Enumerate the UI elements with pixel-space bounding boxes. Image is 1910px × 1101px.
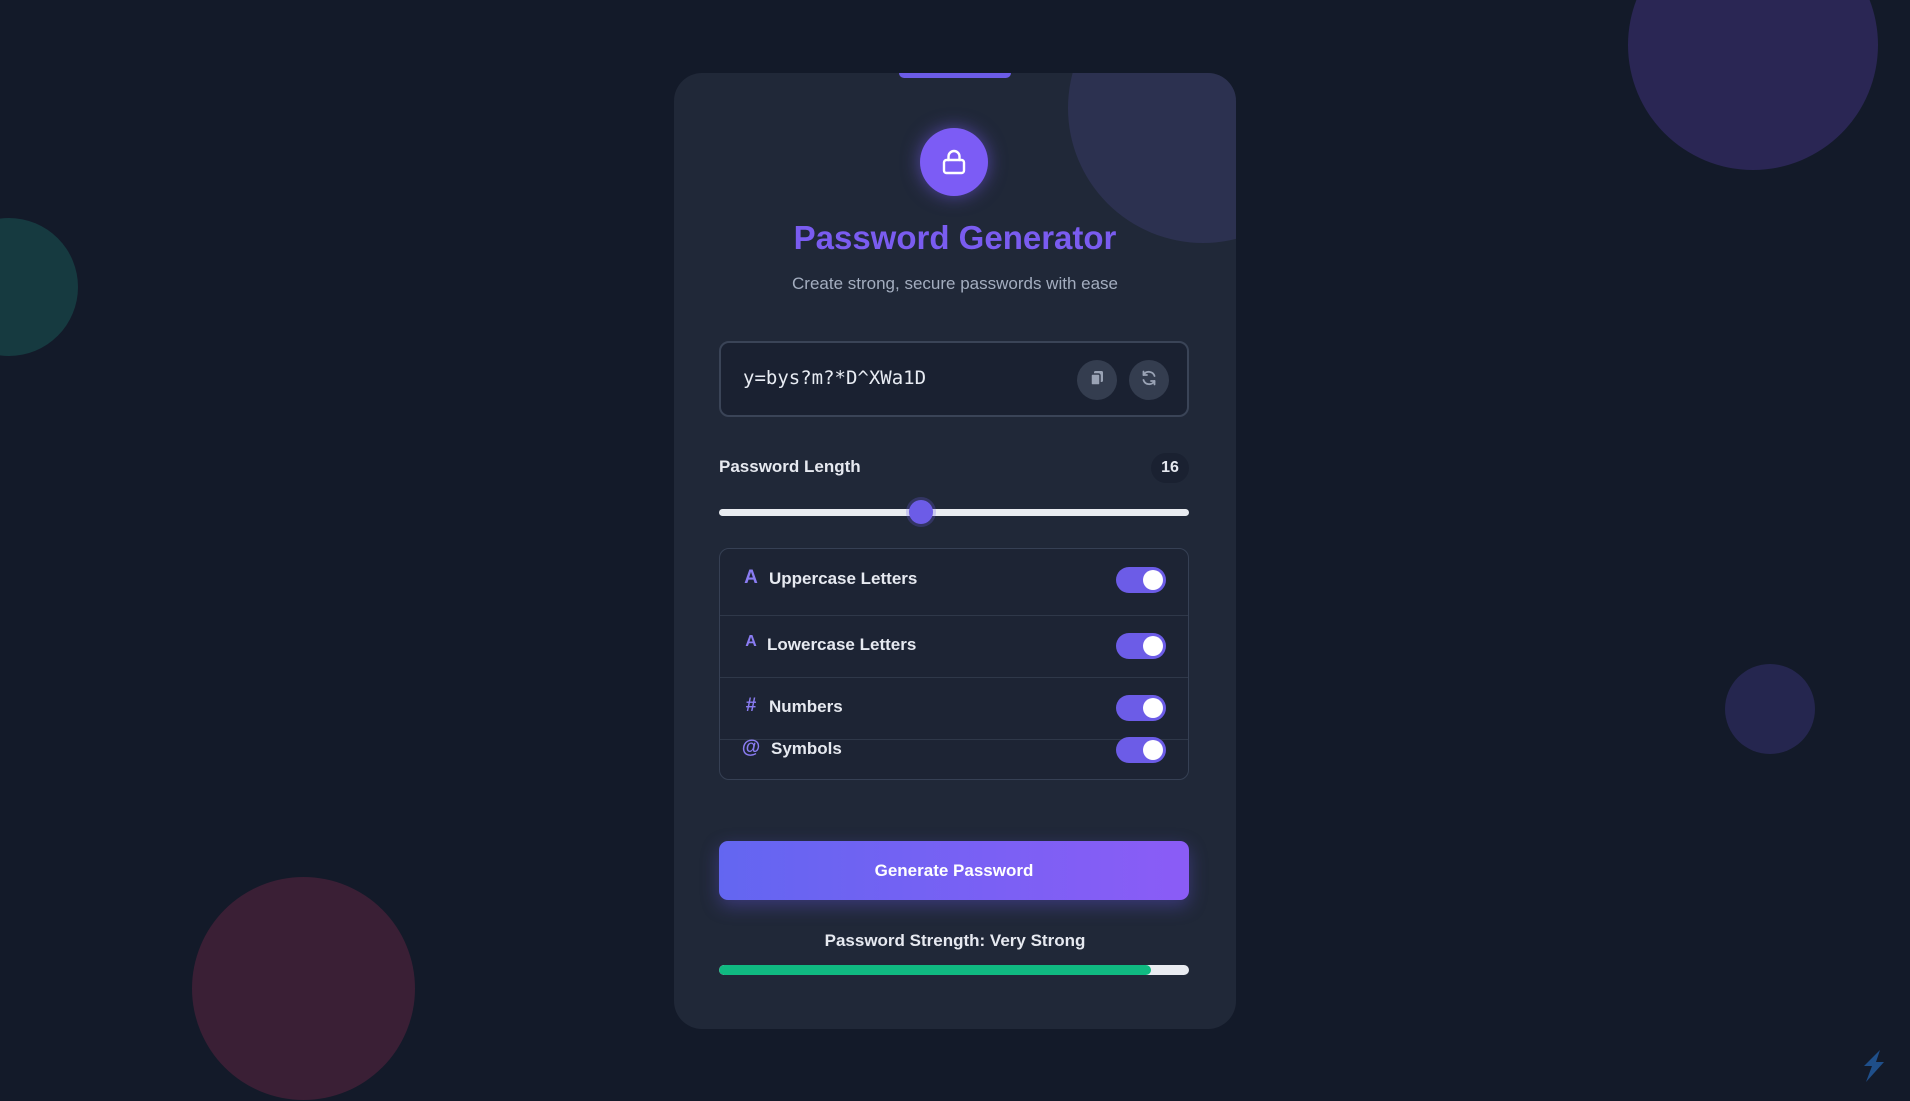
option-lowercase: A Lowercase Letters bbox=[720, 615, 1188, 677]
background-circle-purple bbox=[1628, 0, 1878, 170]
copy-icon bbox=[1088, 369, 1106, 392]
length-slider-track[interactable] bbox=[719, 509, 1189, 516]
option-label: Symbols bbox=[771, 739, 842, 758]
lowercase-toggle[interactable] bbox=[1116, 633, 1166, 659]
background-circle-red bbox=[192, 877, 415, 1100]
strength-meter bbox=[719, 965, 1189, 975]
refresh-button[interactable] bbox=[1129, 360, 1169, 400]
option-uppercase: A Uppercase Letters bbox=[720, 549, 1188, 611]
toggle-knob bbox=[1143, 636, 1163, 656]
option-symbols: @ Symbols bbox=[720, 719, 1188, 781]
refresh-icon bbox=[1140, 369, 1158, 392]
background-circle-teal bbox=[0, 218, 78, 356]
toggle-knob bbox=[1143, 570, 1163, 590]
at-icon: @ bbox=[741, 737, 761, 758]
numbers-toggle[interactable] bbox=[1116, 695, 1166, 721]
length-slider-thumb[interactable] bbox=[909, 500, 934, 524]
length-label: Password Length bbox=[719, 457, 861, 476]
uppercase-icon: A bbox=[744, 567, 758, 588]
strength-meter-fill bbox=[719, 965, 1152, 975]
options-panel: A Uppercase Letters A Lowercase Letters … bbox=[719, 548, 1189, 780]
card-accent-bar bbox=[899, 73, 1011, 78]
password-text[interactable]: y=bys?m?*D^XWa1D bbox=[743, 367, 926, 389]
hash-icon: # bbox=[745, 695, 757, 716]
toggle-knob bbox=[1143, 698, 1163, 718]
symbols-toggle[interactable] bbox=[1116, 737, 1166, 763]
lock-icon bbox=[920, 128, 988, 196]
copy-button[interactable] bbox=[1077, 360, 1117, 400]
option-label: Numbers bbox=[769, 697, 843, 716]
length-value-badge: 16 bbox=[1151, 453, 1189, 483]
option-label: Uppercase Letters bbox=[769, 569, 918, 588]
toggle-knob bbox=[1143, 740, 1163, 760]
generate-password-button[interactable]: Generate Password bbox=[719, 841, 1189, 900]
background-circle-small bbox=[1725, 664, 1815, 754]
page-title: Password Generator bbox=[793, 219, 1117, 256]
brand-logo-icon bbox=[1860, 1048, 1888, 1084]
uppercase-toggle[interactable] bbox=[1116, 567, 1166, 593]
page-subtitle: Create strong, secure passwords with eas… bbox=[792, 274, 1118, 293]
generator-card: Password Generator Create strong, secure… bbox=[674, 73, 1236, 1029]
card-glow-circle bbox=[1068, 73, 1236, 243]
lowercase-icon: A bbox=[745, 633, 757, 650]
strength-label: Password Strength: Very Strong bbox=[824, 931, 1086, 950]
password-display: y=bys?m?*D^XWa1D bbox=[719, 341, 1189, 417]
option-label: Lowercase Letters bbox=[767, 635, 917, 654]
